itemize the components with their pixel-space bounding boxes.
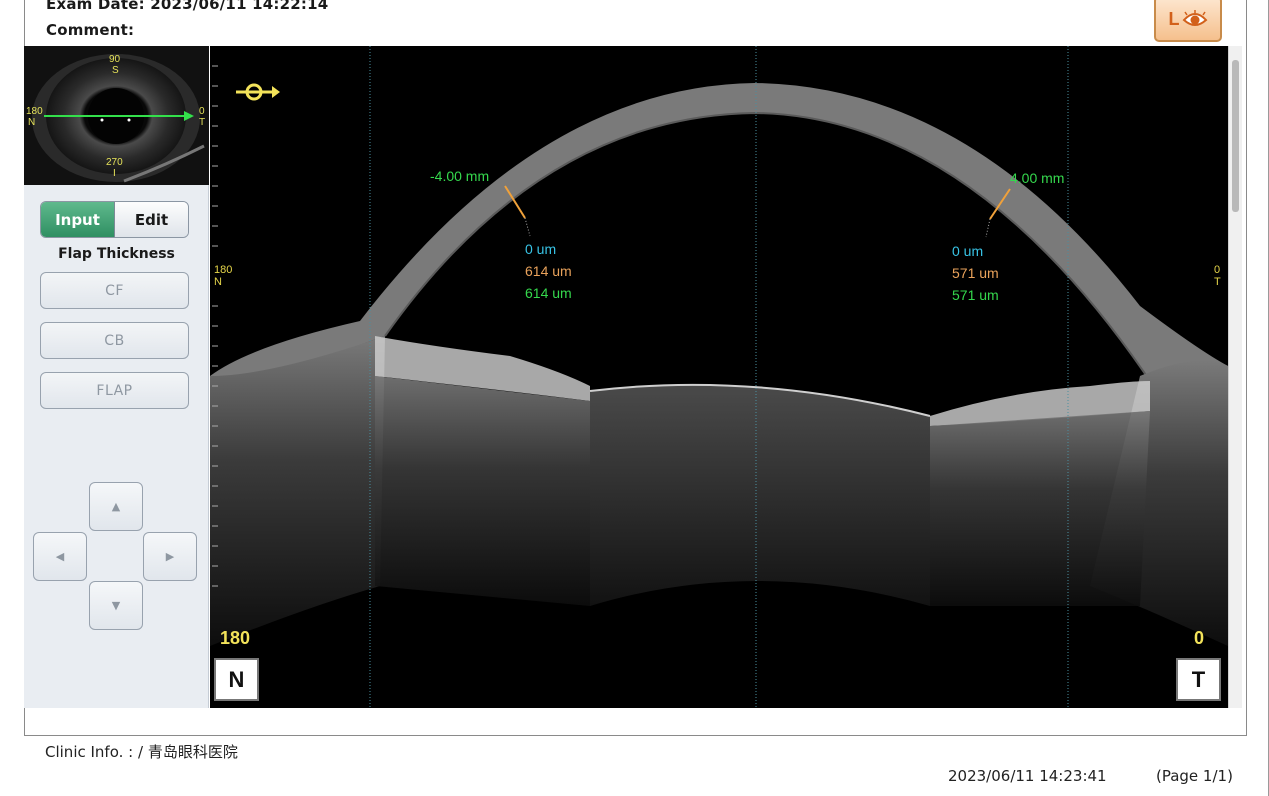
right-orange-thickness: 571 um	[952, 265, 999, 281]
scan-direction-icon	[236, 83, 280, 101]
mode-toggle: Input Edit	[40, 201, 189, 238]
iris-thumbnail[interactable]: 90 S 180 N 0 T 270 I	[24, 46, 209, 185]
thumb-left-letter: N	[28, 117, 36, 128]
cb-button[interactable]: CB	[40, 322, 189, 359]
arrow-right-icon: ▶	[165, 550, 175, 563]
move-left-button[interactable]: ◀	[33, 532, 87, 581]
move-down-button[interactable]: ▼	[89, 581, 143, 630]
clinic-value: / 青岛眼科医院	[138, 743, 238, 761]
temporal-direction-label: T	[1176, 658, 1221, 701]
print-timestamp: 2023/06/11 14:23:41	[948, 767, 1107, 785]
eye-side-badge: L	[1154, 0, 1222, 42]
thumb-top-num: 90	[109, 54, 121, 65]
bottom-right-angle: 0	[1194, 628, 1205, 648]
thumb-right-letter: T	[199, 117, 206, 128]
exam-date-value: 2023/06/11 14:22:14	[150, 0, 329, 13]
bottom-left-angle: 180	[220, 628, 251, 648]
nasal-direction-label: N	[214, 658, 259, 701]
thumb-right-num: 0	[199, 106, 205, 117]
thumb-bottom-num: 270	[106, 157, 123, 168]
clinic-info: Clinic Info. : / 青岛眼科医院	[45, 741, 238, 762]
right-green-thickness: 571 um	[952, 287, 999, 303]
cf-button[interactable]: CF	[40, 272, 189, 309]
clinic-label: Clinic Info. :	[45, 743, 134, 761]
exam-date-label: Exam Date:	[46, 0, 145, 13]
left-orange-thickness: 614 um	[525, 263, 572, 279]
oct-scan-view[interactable]: -4.00 mm 0 um 614 um 614 um 4.00 mm 0 um…	[210, 46, 1228, 708]
left-position-label: -4.00 mm	[430, 168, 490, 184]
right-cyan-thickness: 0 um	[952, 243, 984, 259]
right-position-label: 4.00 mm	[1010, 170, 1065, 186]
arrow-up-icon: ▲	[111, 500, 121, 513]
thumb-left-num: 180	[26, 106, 43, 117]
flap-button[interactable]: FLAP	[40, 372, 189, 409]
flap-thickness-title: Flap Thickness	[58, 246, 175, 262]
thumb-bottom-letter: I	[113, 168, 116, 179]
scan-direction-marker	[234, 74, 280, 110]
move-right-button[interactable]: ▶	[143, 532, 197, 581]
eye-side-letter: L	[1168, 8, 1180, 29]
vertical-scrollbar[interactable]	[1228, 46, 1242, 708]
left-cyan-thickness: 0 um	[525, 241, 557, 257]
arrow-left-icon: ◀	[55, 550, 65, 563]
eye-icon	[1182, 10, 1207, 26]
comment: Comment:	[46, 21, 134, 39]
ruler-ticks	[212, 65, 218, 587]
right-side-number: 0	[1214, 264, 1221, 276]
right-side-letter: T	[1214, 276, 1221, 288]
anterior-segment-image	[210, 46, 1228, 708]
thumb-top-letter: S	[112, 65, 119, 76]
control-panel: 90 S 180 N 0 T 270 I Input Edit Flap Thi…	[24, 46, 209, 708]
comment-label: Comment:	[46, 21, 135, 39]
scrollbar-thumb[interactable]	[1232, 60, 1239, 212]
depth-ruler	[210, 46, 220, 708]
left-green-thickness: 614 um	[525, 285, 572, 301]
exam-date: Exam Date: 2023/06/11 14:22:14	[46, 0, 328, 13]
edit-mode-button[interactable]: Edit	[115, 202, 188, 237]
arrow-down-icon: ▼	[111, 599, 121, 612]
input-mode-button[interactable]: Input	[41, 202, 115, 237]
page-number: (Page 1/1)	[1156, 767, 1233, 785]
move-up-button[interactable]: ▲	[89, 482, 143, 531]
